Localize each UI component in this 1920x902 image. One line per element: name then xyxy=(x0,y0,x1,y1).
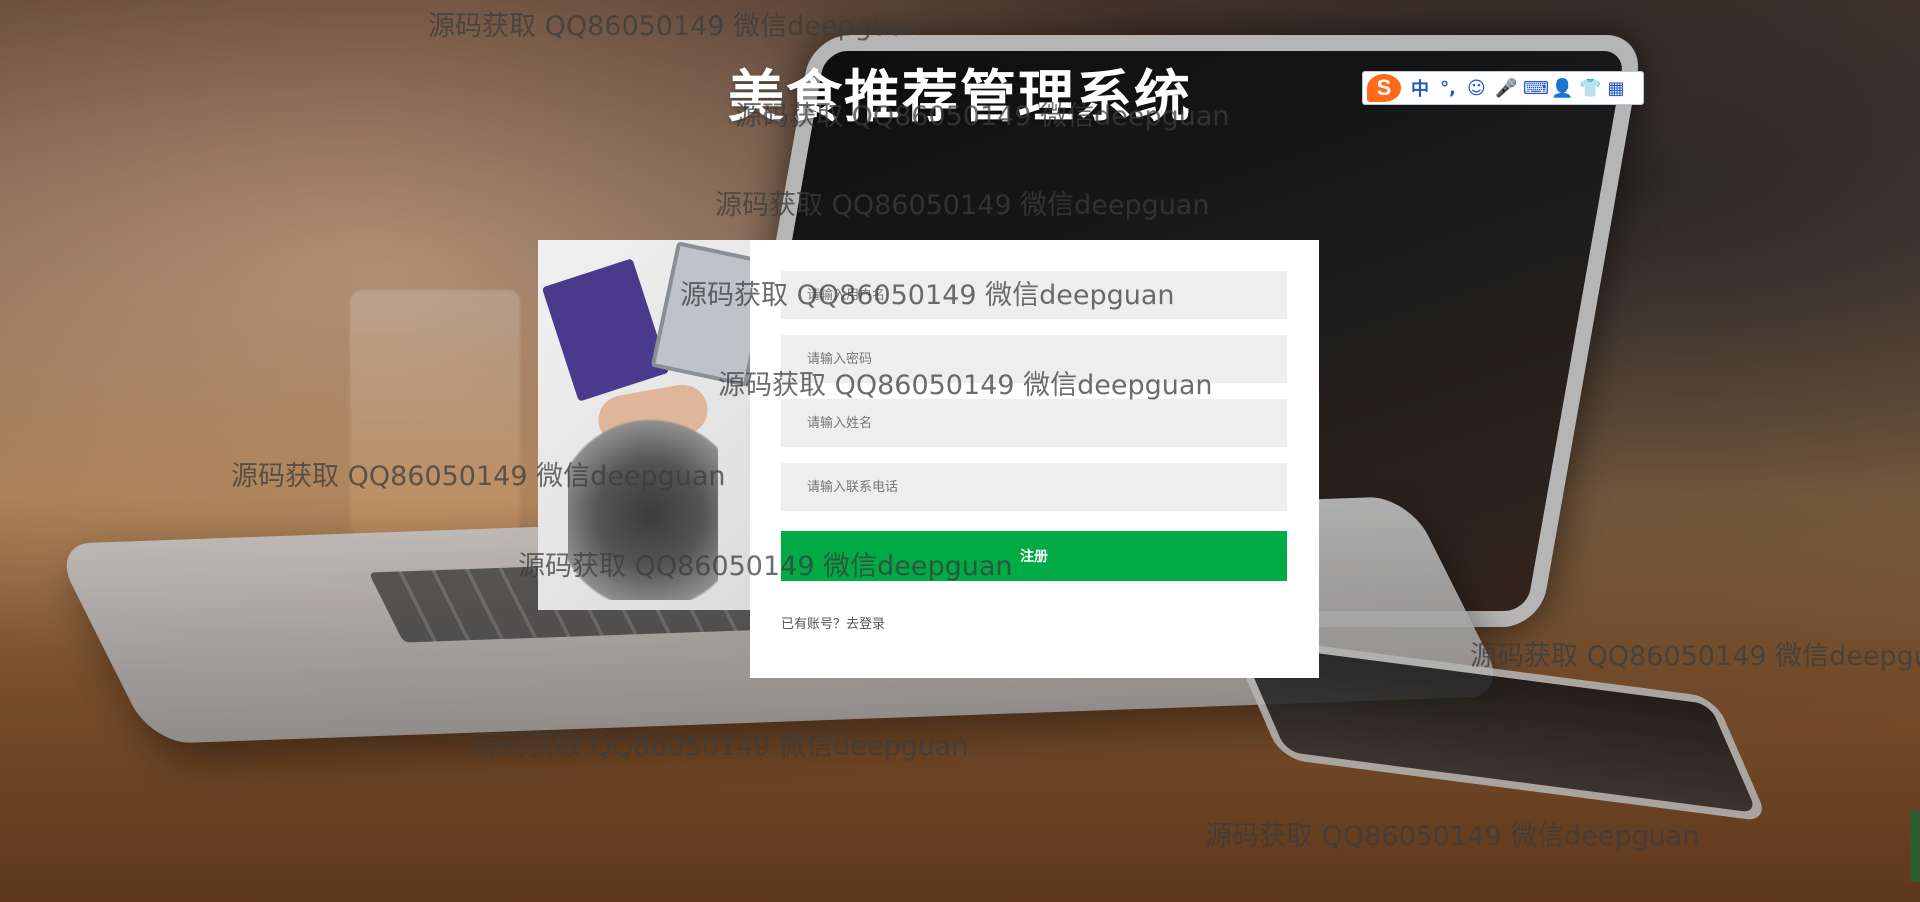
password-input[interactable] xyxy=(781,335,1287,383)
ime-emoji-icon[interactable]: ☺ xyxy=(1467,78,1486,99)
ime-punctuation-icon[interactable]: °, xyxy=(1439,78,1457,99)
ime-chinese-mode-icon[interactable]: 中 xyxy=(1411,75,1429,101)
ime-toolbox-icon[interactable]: ▦ xyxy=(1607,78,1625,99)
page-background: 美食推荐管理系统 S 中 °, ☺ 🎤 ⌨ 👤 👕 ▦ 注册 已有账号？去登录 … xyxy=(0,0,1920,902)
side-image-person xyxy=(568,410,718,600)
ime-voice-icon[interactable]: 🎤 xyxy=(1495,78,1517,99)
register-form-panel: 注册 已有账号？去登录 xyxy=(750,240,1319,678)
sogou-logo-icon[interactable]: S xyxy=(1367,74,1401,102)
name-input[interactable] xyxy=(781,399,1287,447)
ime-skin-icon[interactable]: 👕 xyxy=(1579,78,1601,99)
ime-user-icon[interactable]: 👤 xyxy=(1551,78,1573,99)
ime-toolbar[interactable]: S 中 °, ☺ 🎤 ⌨ 👤 👕 ▦ xyxy=(1362,71,1644,105)
ime-keyboard-icon[interactable]: ⌨ xyxy=(1523,78,1549,99)
username-input[interactable] xyxy=(781,271,1287,319)
phone-input[interactable] xyxy=(781,463,1287,511)
register-button[interactable]: 注册 xyxy=(781,531,1287,581)
register-side-image xyxy=(538,240,750,610)
go-login-link[interactable]: 已有账号？去登录 xyxy=(781,613,885,632)
side-scroll-indicator[interactable] xyxy=(1910,810,1920,882)
